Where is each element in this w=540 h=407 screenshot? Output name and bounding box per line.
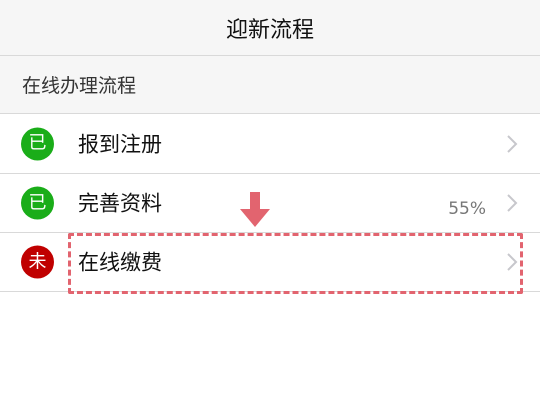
chevron-right-icon bbox=[507, 194, 518, 212]
navigation-bar: 迎新流程 bbox=[0, 0, 540, 56]
status-badge-pending: 未 bbox=[21, 245, 54, 279]
step-item-payment[interactable]: 未 在线缴费 bbox=[0, 233, 540, 292]
section-header: 在线办理流程 bbox=[0, 56, 540, 114]
step-label: 完善资料 bbox=[78, 191, 162, 216]
step-label: 在线缴费 bbox=[78, 250, 162, 275]
down-arrow-icon bbox=[240, 192, 270, 227]
step-progress: 55% bbox=[448, 199, 486, 219]
status-badge-completed: 已 bbox=[21, 127, 54, 160]
step-label: 报到注册 bbox=[78, 131, 162, 156]
chevron-right-icon bbox=[507, 253, 518, 271]
chevron-right-icon bbox=[507, 134, 518, 153]
app-screen: 迎新流程 在线办理流程 已 报到注册 已 完善资料 55% 未 在线缴费 bbox=[0, 0, 540, 407]
step-list: 已 报到注册 已 完善资料 55% 未 在线缴费 bbox=[0, 114, 540, 292]
step-item-profile[interactable]: 已 完善资料 55% bbox=[0, 174, 540, 233]
status-badge-completed: 已 bbox=[21, 186, 54, 220]
step-item-registration[interactable]: 已 报到注册 bbox=[0, 114, 540, 174]
section-title: 在线办理流程 bbox=[22, 75, 137, 97]
page-title: 迎新流程 bbox=[225, 17, 314, 43]
